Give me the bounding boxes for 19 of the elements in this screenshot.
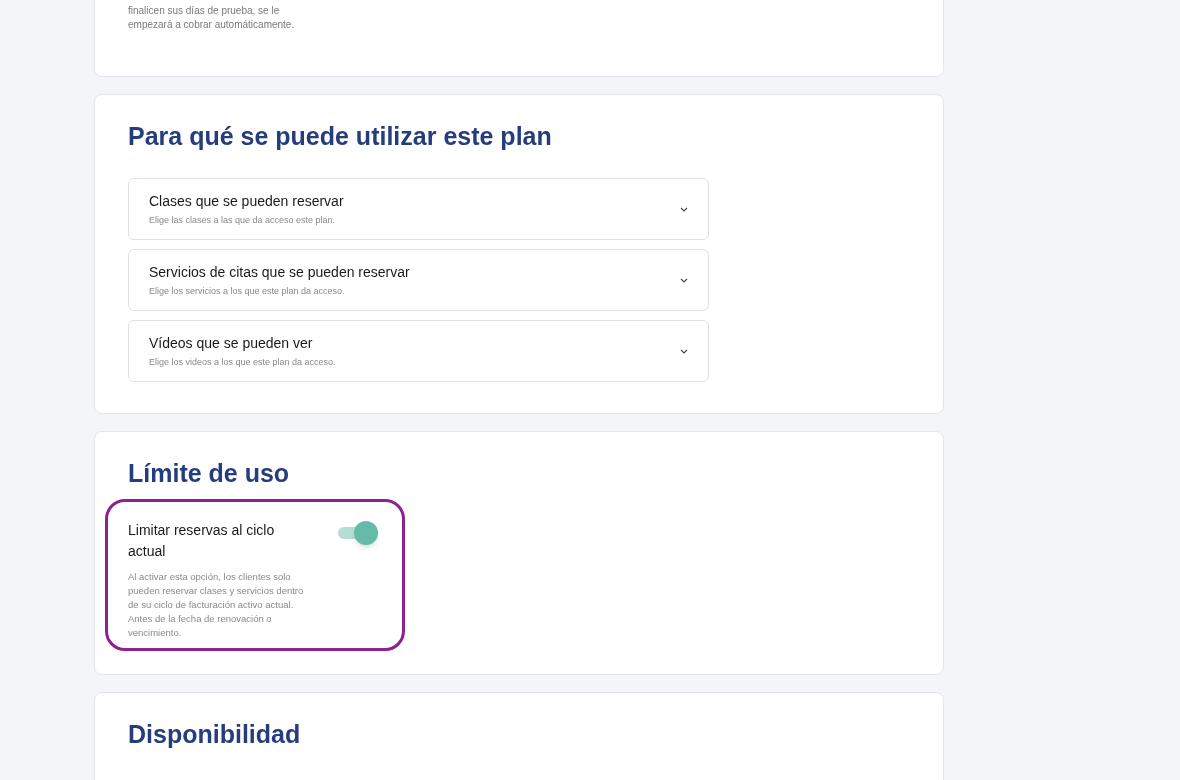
section-title: Límite de uso <box>128 458 291 488</box>
toggle-switch[interactable] <box>336 521 376 545</box>
accordion-description: Elige las clases a las que da acceso este plan. <box>149 214 337 226</box>
accordion-item[interactable]: Vídeos que se pueden ver Elige los videos a los que este plan da acceso. <box>128 320 709 382</box>
chevron-icon <box>680 206 688 212</box>
chevron-icon <box>680 277 688 283</box>
chevron-icon <box>680 348 688 354</box>
section-title: Disponibilidad <box>128 719 302 749</box>
accordion-description: Elige los videos a los que este plan da acceso. <box>149 356 336 368</box>
setting-title: Limitar reservas al ciclo actual <box>128 521 276 561</box>
accordion-item[interactable]: Servicios de citas que se pueden reservar Elige los servicios a los que este plan da acceso. <box>128 249 709 311</box>
accordion-description: Elige los servicios a los que este plan da acceso. <box>149 285 346 297</box>
accordion-item[interactable]: Clases que se pueden reservar Elige las clases a las que da acceso este plan. <box>128 178 709 240</box>
accordion-title: Servicios de citas que se pueden reservar <box>149 263 410 281</box>
trial-note: finalicen sus días de prueba, se le empezará a cobrar automáticamente. <box>128 4 296 32</box>
setting-description: Al activar esta opción, los clientes solo pueden reservar clases y servicios dentro de su ciclo de facturación activo actual. Antes de la fecha de renovación o vencimiento. <box>128 570 305 640</box>
accordion-title: Clases que se pueden reservar <box>149 192 344 210</box>
accordion-title: Vídeos que se pueden ver <box>149 334 314 352</box>
section-title: Para qué se puede utilizar este plan <box>128 121 553 151</box>
